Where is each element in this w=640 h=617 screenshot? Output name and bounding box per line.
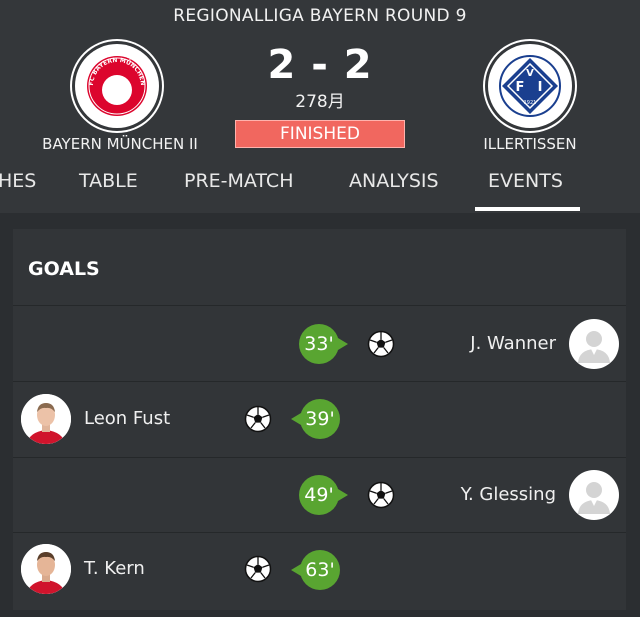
- goal-minute-badge: 49': [299, 475, 348, 515]
- match-score: 2 - 2: [267, 42, 373, 88]
- tab-bar: HES TABLE PRE-MATCH ANALYSIS EVENTS: [0, 160, 640, 213]
- match-status-badge: FINISHED: [235, 120, 405, 148]
- goal-event-row[interactable]: 33' J. Wanner: [13, 306, 626, 381]
- avatar-placeholder-icon[interactable]: [569, 470, 619, 520]
- avatar-placeholder-icon[interactable]: [569, 319, 619, 369]
- goal-scorer-name[interactable]: T. Kern: [84, 558, 145, 579]
- goal-event-row[interactable]: 49' Y. Glessing: [13, 458, 626, 533]
- svg-text:1921: 1921: [524, 100, 537, 106]
- svg-text:V: V: [526, 68, 534, 79]
- tab-analysis[interactable]: ANALYSIS: [349, 170, 439, 192]
- home-team-name[interactable]: BAYERN MÜNCHEN II: [20, 135, 220, 153]
- goal-scorer-name[interactable]: Y. Glessing: [461, 484, 556, 505]
- goal-scorer-name[interactable]: J. Wanner: [470, 333, 556, 354]
- goal-minute-badge: 39': [291, 399, 340, 439]
- home-team-crest[interactable]: FC BAYERN MÜNCHEN: [75, 44, 159, 128]
- goal-minute-badge: 63': [291, 550, 340, 590]
- goal-scorer-name[interactable]: Leon Fust: [84, 408, 170, 429]
- svg-text:F: F: [516, 80, 525, 95]
- away-team-name[interactable]: ILLERTISSEN: [430, 135, 630, 153]
- player-photo[interactable]: [21, 544, 71, 594]
- illertissen-logo-icon: V F I 1921: [499, 55, 561, 117]
- away-team-crest[interactable]: V F I 1921: [488, 44, 572, 128]
- goals-section-title: GOALS: [28, 258, 100, 280]
- tab-table[interactable]: TABLE: [79, 170, 138, 192]
- player-photo[interactable]: [21, 394, 71, 444]
- tab-matches[interactable]: HES: [0, 170, 36, 192]
- match-header: REGIONALLIGA BAYERN ROUND 9 FC BAYERN MÜ…: [0, 0, 640, 213]
- bayern-logo-icon: FC BAYERN MÜNCHEN: [87, 56, 147, 116]
- active-tab-indicator: [475, 207, 580, 211]
- ball-icon: [244, 405, 272, 433]
- attendance-count: 278月: [295, 92, 345, 112]
- tab-events[interactable]: EVENTS: [488, 170, 563, 192]
- svg-text:I: I: [538, 80, 543, 95]
- ball-icon: [367, 330, 395, 358]
- ball-icon: [244, 555, 272, 583]
- tab-pre-match[interactable]: PRE-MATCH: [184, 170, 293, 192]
- goal-event-row[interactable]: Leon Fust 39': [13, 382, 626, 457]
- league-round-title: REGIONALLIGA BAYERN ROUND 9: [173, 6, 467, 26]
- goal-minute-badge: 33': [299, 324, 348, 364]
- ball-icon: [367, 481, 395, 509]
- goal-event-row[interactable]: T. Kern 63': [13, 533, 626, 608]
